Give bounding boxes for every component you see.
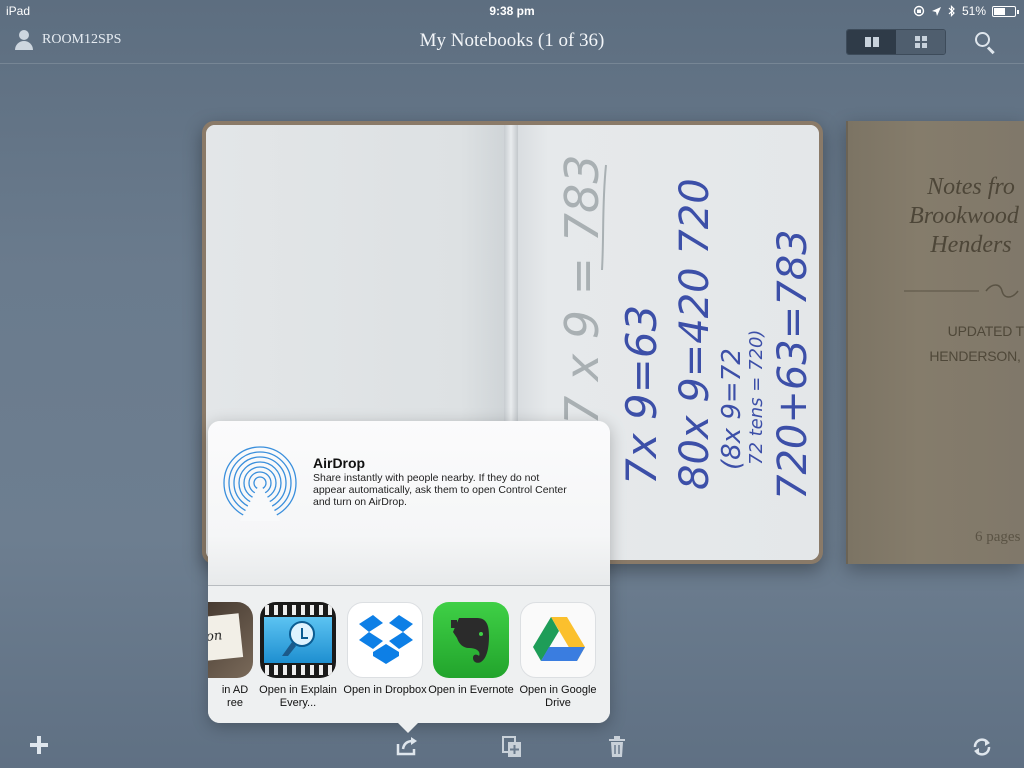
next-notebook[interactable]: Notes fro Brookwood I Henders UPDATED TO…	[846, 121, 1024, 564]
share-sheet: AirDrop Share instantly with people near…	[208, 421, 610, 733]
airdrop-title: AirDrop	[313, 455, 366, 471]
google-drive-icon	[520, 602, 596, 678]
bottom-toolbar	[0, 726, 1024, 768]
next-notebook-location: HENDERSON, NEV	[929, 348, 1024, 364]
airdrop-icon	[223, 446, 297, 521]
handwriting-line-2: 7x 9=63	[617, 305, 666, 485]
handwriting-line-6: 720+63=783	[770, 229, 816, 500]
handwriting-line-5: 72 tens = 720)	[746, 330, 767, 465]
evernote-icon	[433, 602, 509, 678]
clock: 9:38 pm	[489, 4, 535, 18]
duplicate-icon[interactable]	[502, 736, 522, 758]
status-indicators: 51%	[913, 4, 1019, 18]
share-app-explain-everything[interactable]: Open in Explain Every...	[255, 602, 341, 710]
search-icon[interactable]	[974, 31, 996, 55]
book-view-icon	[864, 37, 879, 47]
share-app-evernote[interactable]: Open in Evernote	[428, 602, 514, 697]
share-apps-row[interactable]: ation in AD ree Open in Explain Every...	[208, 586, 610, 723]
next-notebook-title-line: Henders	[930, 232, 1012, 258]
share-app-label: Open in Google Drive	[519, 684, 597, 709]
next-notebook-title: Notes fro Brookwood I Henders	[856, 173, 1024, 260]
airdrop-description: Share instantly with people nearby. If t…	[313, 472, 567, 508]
next-notebook-title-line: Brookwood I	[909, 203, 1024, 229]
share-app-ad[interactable]: ation in AD ree	[208, 602, 258, 710]
ornament-divider-icon	[904, 284, 1019, 298]
battery-percent: 51%	[961, 4, 986, 18]
trash-icon[interactable]	[608, 736, 626, 758]
view-mode-toggle	[846, 29, 946, 55]
nav-bar: ROOM12SPS My Notebooks (1 of 36)	[0, 22, 1024, 64]
share-icon[interactable]	[396, 736, 418, 756]
book-view-button[interactable]	[847, 30, 896, 54]
share-app-label: Open in Dropbox	[343, 684, 427, 696]
next-notebook-meta: UPDATED TO HENDERSON, NEV	[906, 319, 1024, 369]
grid-view-button[interactable]	[896, 30, 945, 54]
next-notebook-page-count: 6 pages	[975, 529, 1021, 545]
grid-view-icon	[914, 36, 927, 48]
share-app-google-drive[interactable]: Open in Google Drive	[515, 602, 601, 710]
battery-icon	[992, 5, 1019, 17]
explain-everything-icon	[260, 602, 336, 678]
orientation-lock-icon	[913, 5, 925, 17]
next-notebook-updated: UPDATED TO	[947, 323, 1024, 339]
dropbox-icon	[347, 602, 423, 678]
next-notebook-title-line: Notes fro	[927, 174, 1015, 200]
location-icon	[931, 6, 941, 16]
handwriting-line-4: (8x 9=72	[717, 348, 747, 470]
handwriting-line-1: 7 x 9 = 783	[555, 154, 609, 425]
ad-app-icon: ation	[208, 602, 253, 678]
status-bar: iPad 9:38 pm 51%	[0, 0, 1024, 22]
share-app-label: Open in Explain Every...	[259, 684, 337, 709]
share-app-label: in AD ree	[221, 684, 249, 709]
bluetooth-icon	[948, 5, 955, 17]
share-app-dropbox[interactable]: Open in Dropbox	[342, 602, 428, 697]
sync-icon[interactable]	[971, 736, 993, 758]
airdrop-section[interactable]: AirDrop Share instantly with people near…	[208, 421, 610, 585]
add-notebook-icon[interactable]	[30, 736, 48, 754]
share-app-label: Open in Evernote	[428, 684, 514, 696]
handwriting-line-3: 80x 9=420 720	[672, 178, 718, 490]
